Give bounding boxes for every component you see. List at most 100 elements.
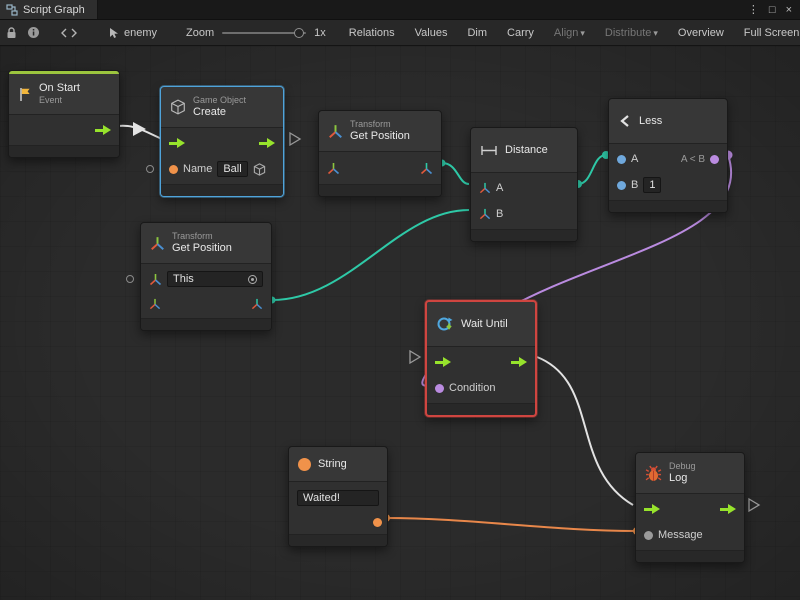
dim-button[interactable]: Dim — [462, 25, 492, 41]
node-wait-until[interactable]: Wait Until Condition — [425, 300, 537, 417]
port-label: Condition — [449, 382, 495, 394]
code-view-icon[interactable] — [60, 24, 78, 42]
transform-input-port[interactable] — [149, 273, 162, 286]
position-output-port[interactable] — [251, 298, 263, 310]
port-label: A — [631, 153, 638, 165]
overview-button[interactable]: Overview — [673, 25, 729, 41]
vector-port-icon[interactable] — [479, 208, 491, 220]
node-footer — [636, 551, 744, 562]
full-screen-button[interactable]: Full Screen — [739, 25, 800, 41]
info-icon[interactable] — [27, 24, 40, 42]
unconnected-port-icon[interactable] — [126, 275, 134, 283]
node-footer — [427, 404, 535, 415]
port-label: Message — [658, 529, 703, 541]
transform-axes-icon — [328, 124, 343, 139]
flow-input-port[interactable] — [644, 504, 660, 514]
relations-button[interactable]: Relations — [344, 25, 400, 41]
node-category: Game Object — [193, 95, 246, 106]
graph-toolbar: enemy Zoom 1x Relations Values Dim Carry… — [0, 20, 800, 46]
target-input[interactable]: This — [167, 271, 263, 287]
bug-icon — [645, 465, 662, 482]
target-object-button[interactable]: enemy — [104, 25, 162, 41]
flow-input-port[interactable] — [169, 138, 185, 148]
tab-title: Script Graph — [23, 4, 85, 16]
align-label: Align — [554, 27, 578, 39]
unconnected-port-icon[interactable] — [146, 165, 154, 173]
node-footer — [319, 185, 441, 196]
distance-icon — [480, 145, 498, 156]
less-than-icon — [618, 114, 632, 128]
result-output-port[interactable] — [710, 155, 719, 164]
string-type-icon — [298, 458, 311, 471]
transform-port-icon[interactable] — [149, 298, 161, 310]
maximize-icon[interactable]: □ — [769, 4, 776, 16]
string-output-port[interactable] — [373, 518, 382, 527]
zoom-label: Zoom — [186, 27, 214, 39]
window-menu-icon[interactable]: ⋮ — [748, 3, 759, 16]
zoom-value: 1x — [314, 27, 326, 39]
node-title: On Start — [39, 82, 80, 95]
name-port[interactable] — [169, 165, 178, 174]
node-title: Wait Until — [461, 318, 508, 330]
flow-input-port[interactable] — [435, 357, 451, 367]
b-value-input[interactable]: 1 — [643, 177, 661, 193]
chevron-down-icon: ▾ — [653, 28, 658, 38]
target-value: This — [173, 273, 194, 285]
target-object-name: enemy — [124, 27, 157, 39]
node-footer — [609, 201, 727, 212]
flow-output-port[interactable] — [95, 125, 111, 135]
node-title: Log — [669, 472, 696, 485]
port-label: B — [631, 179, 638, 191]
name-input[interactable]: Ball — [217, 161, 247, 177]
port-label: Name — [183, 163, 212, 175]
node-create-gameobject[interactable]: Game Object Create Name Ball — [160, 86, 284, 197]
node-footer — [161, 185, 283, 196]
values-button[interactable]: Values — [410, 25, 453, 41]
zoom-slider[interactable] — [222, 26, 306, 40]
vector-port-icon[interactable] — [479, 182, 491, 194]
node-footer — [471, 230, 577, 241]
cursor-icon — [109, 27, 119, 39]
node-title: Get Position — [350, 130, 410, 143]
chevron-down-icon: ▾ — [580, 28, 585, 38]
transform-input-port[interactable] — [327, 162, 340, 175]
node-string-literal[interactable]: String Waited! — [288, 446, 388, 547]
flow-output-port[interactable] — [511, 357, 527, 367]
port-label: A — [496, 182, 503, 194]
distribute-dropdown[interactable]: Distribute▾ — [600, 25, 663, 41]
input-b-port[interactable] — [617, 181, 626, 190]
window-controls: ⋮ □ × — [748, 0, 800, 19]
condition-port[interactable] — [435, 384, 444, 393]
position-output-port[interactable] — [420, 162, 433, 175]
string-value-input[interactable]: Waited! — [297, 490, 379, 506]
node-title: String — [318, 458, 347, 470]
zoom-slider-thumb[interactable] — [294, 28, 304, 38]
wait-clock-icon — [436, 315, 454, 333]
node-subtitle: Event — [39, 95, 80, 106]
object-picker-icon[interactable] — [248, 275, 257, 284]
node-less[interactable]: Less A A < B B 1 — [608, 98, 728, 213]
gameobject-cube-icon — [253, 163, 266, 176]
tab-script-graph[interactable]: Script Graph — [0, 0, 98, 19]
message-port[interactable] — [644, 531, 653, 540]
node-get-position-a[interactable]: Transform Get Position — [318, 110, 442, 197]
node-debug-log[interactable]: Debug Log Message — [635, 452, 745, 563]
carry-button[interactable]: Carry — [502, 25, 539, 41]
flow-output-port[interactable] — [720, 504, 736, 514]
transform-axes-icon — [150, 236, 165, 251]
zoom-control: Zoom 1x — [186, 26, 326, 40]
title-bar: Script Graph ⋮ □ × — [0, 0, 800, 20]
lock-icon[interactable] — [6, 24, 17, 42]
node-category: Transform — [350, 119, 410, 130]
node-on-start-event[interactable]: On Start Event — [8, 70, 120, 158]
node-title: Get Position — [172, 242, 232, 255]
node-distance[interactable]: Distance A B — [470, 127, 578, 242]
node-title: Distance — [505, 144, 548, 156]
node-get-position-b[interactable]: Transform Get Position This — [140, 222, 272, 331]
flow-output-port[interactable] — [259, 138, 275, 148]
close-icon[interactable]: × — [786, 4, 792, 16]
input-a-port[interactable] — [617, 155, 626, 164]
node-footer — [141, 319, 271, 330]
align-dropdown[interactable]: Align▾ — [549, 25, 590, 41]
node-footer — [9, 146, 119, 157]
